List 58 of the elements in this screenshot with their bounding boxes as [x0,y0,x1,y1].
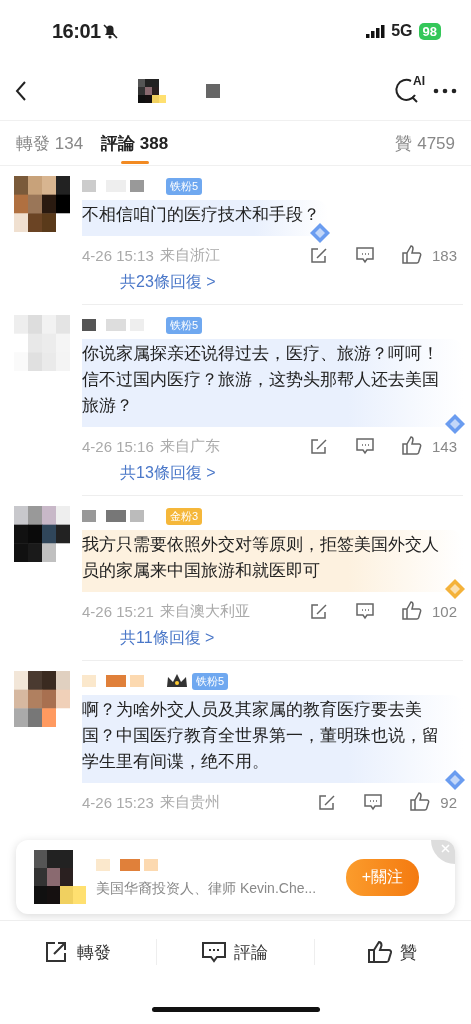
fan-badge: 铁粉5 [166,316,203,334]
fan-badge: 铁粉5 [192,672,229,690]
like-count: 92 [440,793,457,811]
share-icon[interactable] [318,793,337,811]
profile-description: 美国华裔投资人、律师 Kevin.Che... [96,880,318,898]
comment-button[interactable]: 評論 [157,940,314,964]
comment-icon[interactable] [355,602,374,620]
diamond-icon [308,222,332,244]
like-icon [368,940,393,964]
more-icon[interactable] [433,87,457,95]
comment-time: 4-26 15:23 [82,793,154,811]
like-icon[interactable] [410,792,431,812]
comment-time: 4-26 15:13 [82,246,154,264]
comment-time: 4-26 15:16 [82,437,154,455]
like-count: 143 [431,437,457,455]
crown-icon [166,673,188,689]
network-label: 5G [391,22,413,40]
like-icon[interactable] [401,601,422,621]
comment-location: 来自广东 [159,436,220,456]
repost-button[interactable]: 轉發 [0,940,157,964]
comment-text: 我方只需要依照外交对等原则，拒签美国外交人员的家属来中国旅游和就医即可 [82,535,439,580]
back-icon[interactable] [14,80,28,102]
comment-location: 来自贵州 [159,792,220,812]
comment-location: 来自浙江 [159,245,220,265]
share-icon[interactable] [309,246,328,264]
comment-location: 来自澳大利亚 [159,601,250,621]
like-count: 102 [431,602,457,620]
battery-level: 98 [418,22,441,40]
comment-text: 不相信咱门的医疗技术和手段？ [82,205,320,224]
replies-link[interactable]: 共23條回復 > [120,272,463,298]
fan-badge: 金粉3 [166,507,203,525]
diamond-icon [443,413,467,435]
ai-search-button[interactable]: AI [393,76,423,106]
status-time: 16:01 [52,19,101,43]
like-icon[interactable] [401,436,422,456]
comment-icon[interactable] [355,246,374,264]
share-icon[interactable] [309,437,328,455]
bell-muted-icon [100,22,119,40]
comment-time: 4-26 15:21 [82,602,154,620]
comment-icon [202,940,227,964]
replies-link[interactable]: 共13條回復 > [120,463,463,489]
fan-badge: 铁粉5 [166,177,203,195]
like-button[interactable]: 贊 [314,940,471,964]
signal-icon [366,24,386,38]
medal-icon [443,578,467,600]
share-icon[interactable] [309,602,328,620]
comment-text: 你说家属探亲还说得过去，医疗、旅游？呵呵！信不过国内医疗？旅游，这势头那帮人还去美国旅游？ [82,344,439,415]
follow-button[interactable]: +關注 [345,858,419,896]
diamond-icon [443,769,467,791]
like-count: 183 [431,246,457,264]
comment-text: 啊？为啥外交人员及其家属的教育医疗要去美国？中国医疗教育全世界第一，董明珠也说，留学生里有间谍，绝不用。 [82,700,439,771]
comment-icon[interactable] [364,793,383,811]
like-icon[interactable] [401,245,422,265]
replies-link[interactable]: 共11條回復 > [120,628,463,654]
comment-icon[interactable] [355,437,374,455]
tab[interactable]: 轉發 134 [16,120,84,166]
likes-tab[interactable]: 贊 4759 [395,131,455,155]
tab[interactable]: 評論 388 [101,120,169,166]
